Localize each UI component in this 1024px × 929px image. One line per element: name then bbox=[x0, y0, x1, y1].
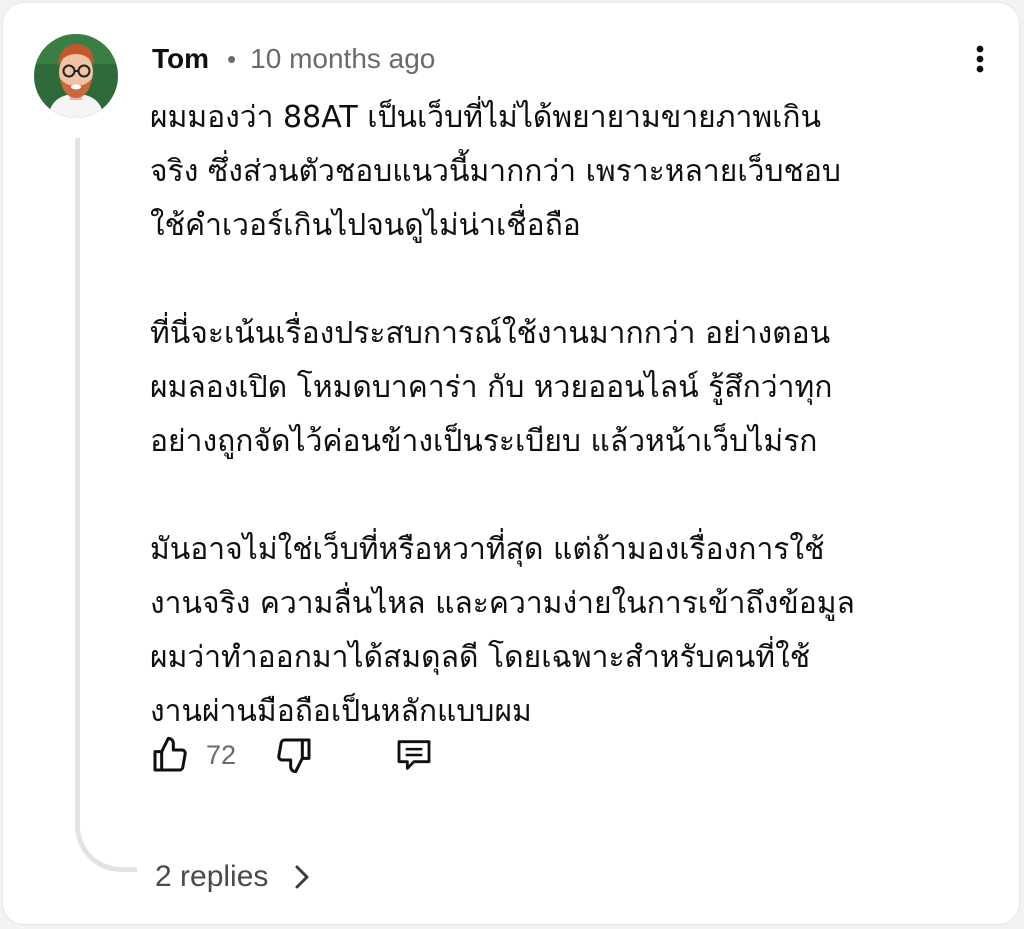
reply-button[interactable] bbox=[394, 735, 434, 775]
comment-reply-icon bbox=[397, 740, 431, 770]
thumbs-up-icon bbox=[153, 736, 187, 772]
view-replies-button[interactable]: 2 replies bbox=[155, 855, 312, 899]
comment-line: ผมมองว่า 88AT เป็นเว็บที่ไม่ได้พยายามขาย… bbox=[150, 100, 822, 135]
comment-line: ผมลองเปิด โหมดบาคาร่า กับ หวยออนไลน์ รู้… bbox=[150, 370, 833, 405]
comment-line: อย่างถูกจัดไว้ค่อนข้างเป็นระเบียบ แล้วหน… bbox=[150, 424, 818, 459]
comment-line: งานจริง ความลื่นไหล และความง่ายในการเข้า… bbox=[150, 586, 855, 621]
replies-label: 2 replies bbox=[155, 860, 269, 893]
comment-paragraph-1: ผมมองว่า 88AT เป็นเว็บที่ไม่ได้พยายามขาย… bbox=[150, 91, 970, 253]
comment-line: จริง ซึ่งส่วนตัวชอบแนวนี้มากกว่า เพราะหล… bbox=[150, 154, 841, 189]
thread-line bbox=[75, 138, 137, 872]
more-options-button[interactable] bbox=[965, 41, 995, 77]
comment-line: ที่นี่จะเน้นเรื่องประสบการณ์ใช้งานมากกว่… bbox=[150, 316, 831, 351]
like-count: 72 bbox=[206, 739, 237, 770]
comment-paragraph-2: ที่นี่จะเน้นเรื่องประสบการณ์ใช้งานมากกว่… bbox=[150, 307, 970, 469]
comment-header: Tom • 10 months ago bbox=[152, 37, 435, 81]
chevron-right-icon bbox=[295, 865, 309, 889]
thumbs-down-icon bbox=[277, 738, 311, 774]
author-name[interactable]: Tom bbox=[152, 43, 209, 75]
header-separator: • bbox=[227, 43, 237, 74]
comment-actions: 72 bbox=[150, 731, 434, 779]
dislike-button[interactable] bbox=[274, 735, 314, 775]
comment-line: ใช้คำเวอร์เกินไปจนดูไม่น่าเชื่อถือ bbox=[150, 208, 581, 243]
comment-line: มันอาจไม่ใช่เว็บที่หรือหวาที่สุด แต่ถ้าม… bbox=[150, 532, 825, 567]
comment-timestamp[interactable]: 10 months ago bbox=[250, 43, 435, 75]
like-button[interactable] bbox=[150, 735, 190, 775]
comment-line: ผมว่าทำออกมาได้สมดุลดี โดยเฉพาะสำหรับคนท… bbox=[150, 640, 811, 675]
more-vertical-icon bbox=[976, 45, 984, 73]
comment-card: Tom • 10 months ago ผมมองว่า 88AT เป็นเว… bbox=[2, 2, 1020, 925]
comment-paragraph-3: มันอาจไม่ใช่เว็บที่หรือหวาที่สุด แต่ถ้าม… bbox=[150, 523, 970, 739]
comment-text: ผมมองว่า 88AT เป็นเว็บที่ไม่ได้พยายามขาย… bbox=[150, 91, 970, 739]
avatar[interactable] bbox=[34, 34, 118, 118]
avatar-photo bbox=[34, 34, 118, 118]
